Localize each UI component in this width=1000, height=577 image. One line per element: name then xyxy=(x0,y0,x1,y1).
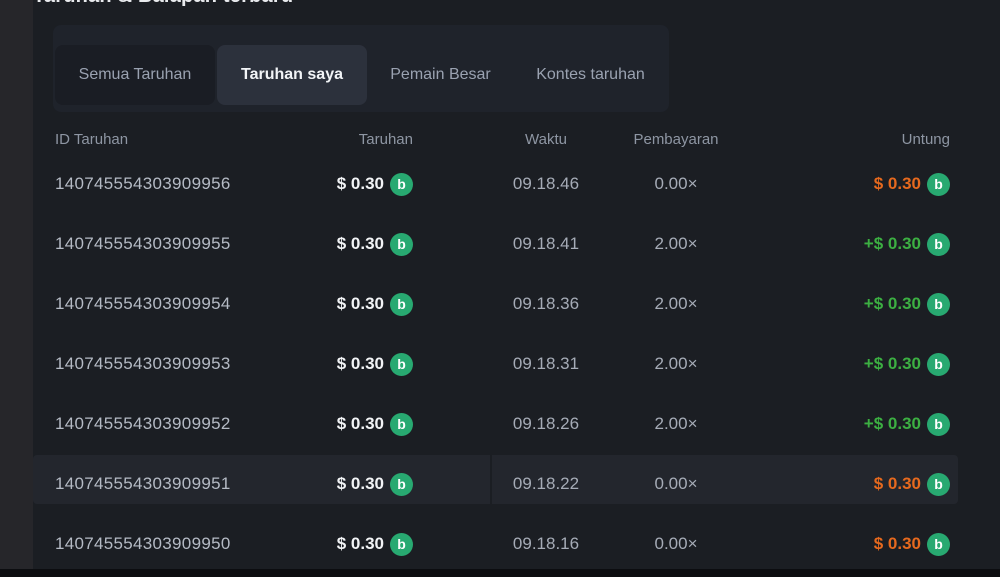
bet-payout: 2.00× xyxy=(654,234,697,254)
bet-id: 140745554303909954 xyxy=(55,294,231,314)
bet-profit: +$ 0.30 xyxy=(864,354,921,374)
tab-semua-taruhan[interactable]: Semua Taruhan xyxy=(55,45,215,105)
table-row[interactable]: 140745554303909952 $ 0.30 b 09.18.26 2.00… xyxy=(33,394,958,454)
bets-tab-bar: Semua Taruhan Taruhan saya Pemain Besar … xyxy=(53,25,669,112)
bet-amount: $ 0.30 xyxy=(337,174,384,194)
bet-time: 09.18.16 xyxy=(513,534,579,554)
bottom-divider xyxy=(0,569,1000,577)
bc-coin-icon: b xyxy=(927,473,950,496)
bet-profit: $ 0.30 xyxy=(874,174,921,194)
bc-coin-icon: b xyxy=(390,473,413,496)
bet-payout: 2.00× xyxy=(654,354,697,374)
bet-amount: $ 0.30 xyxy=(337,234,384,254)
bet-profit: $ 0.30 xyxy=(874,474,921,494)
tab-label: Taruhan saya xyxy=(241,66,343,84)
bet-time: 09.18.26 xyxy=(513,414,579,434)
bet-payout: 0.00× xyxy=(654,534,697,554)
header-bet: Taruhan xyxy=(273,124,413,154)
bet-id: 140745554303909953 xyxy=(55,354,231,374)
bet-payout: 2.00× xyxy=(654,294,697,314)
table-row[interactable]: 140745554303909955 $ 0.30 b 09.18.41 2.00… xyxy=(33,214,958,274)
bet-time: 09.18.41 xyxy=(513,234,579,254)
bet-amount: $ 0.30 xyxy=(337,534,384,554)
bets-table: ID Taruhan Taruhan Waktu Pembayaran Untu… xyxy=(33,124,958,574)
bc-coin-icon: b xyxy=(390,533,413,556)
table-row[interactable]: 140745554303909954 $ 0.30 b 09.18.36 2.00… xyxy=(33,274,958,334)
bet-time: 09.18.36 xyxy=(513,294,579,314)
bc-coin-icon: b xyxy=(927,413,950,436)
header-payout: Pembayaran xyxy=(576,124,776,154)
bet-time: 09.18.31 xyxy=(513,354,579,374)
bet-amount: $ 0.30 xyxy=(337,414,384,434)
section-title-strip: Taruhan & Balapan terbaru xyxy=(33,0,533,9)
bc-coin-icon: b xyxy=(927,353,950,376)
bet-payout: 2.00× xyxy=(654,414,697,434)
tab-label: Pemain Besar xyxy=(390,66,491,84)
tab-kontes-taruhan[interactable]: Kontes taruhan xyxy=(514,45,667,105)
bc-coin-icon: b xyxy=(390,413,413,436)
table-row[interactable]: 140745554303909950 $ 0.30 b 09.18.16 0.00… xyxy=(33,514,958,574)
tab-label: Semua Taruhan xyxy=(79,66,192,84)
tab-taruhan-saya[interactable]: Taruhan saya xyxy=(217,45,367,105)
bet-id: 140745554303909956 xyxy=(55,174,231,194)
bc-coin-icon: b xyxy=(927,533,950,556)
bet-profit: $ 0.30 xyxy=(874,534,921,554)
bc-coin-icon: b xyxy=(390,353,413,376)
bet-profit: +$ 0.30 xyxy=(864,234,921,254)
header-id: ID Taruhan xyxy=(55,124,128,154)
bet-profit: +$ 0.30 xyxy=(864,414,921,434)
bet-payout: 0.00× xyxy=(654,474,697,494)
table-header-row: ID Taruhan Taruhan Waktu Pembayaran Untu… xyxy=(33,124,958,154)
page-title: Taruhan & Balapan terbaru xyxy=(33,0,533,8)
bc-coin-icon: b xyxy=(927,233,950,256)
bet-id: 140745554303909951 xyxy=(55,474,231,494)
bc-coin-icon: b xyxy=(927,293,950,316)
bet-time: 09.18.46 xyxy=(513,174,579,194)
bc-coin-icon: b xyxy=(390,173,413,196)
bet-amount: $ 0.30 xyxy=(337,294,384,314)
bc-coin-icon: b xyxy=(390,293,413,316)
bet-id: 140745554303909950 xyxy=(55,534,231,554)
tab-pemain-besar[interactable]: Pemain Besar xyxy=(368,45,513,105)
bc-coin-icon: b xyxy=(927,173,950,196)
header-profit: Untung xyxy=(902,124,950,154)
table-row[interactable]: 140745554303909953 $ 0.30 b 09.18.31 2.00… xyxy=(33,334,958,394)
bet-amount: $ 0.30 xyxy=(337,474,384,494)
table-row-highlighted[interactable]: 140745554303909951 $ 0.30 b 09.18.22 0.00… xyxy=(33,454,958,514)
bc-coin-icon: b xyxy=(390,233,413,256)
bet-id: 140745554303909955 xyxy=(55,234,231,254)
bets-panel: Taruhan & Balapan terbaru Semua Taruhan … xyxy=(33,0,1000,569)
table-row[interactable]: 140745554303909956 $ 0.30 b 09.18.46 0.00… xyxy=(33,154,958,214)
bet-payout: 0.00× xyxy=(654,174,697,194)
bet-profit: +$ 0.30 xyxy=(864,294,921,314)
bet-id: 140745554303909952 xyxy=(55,414,231,434)
tab-label: Kontes taruhan xyxy=(536,66,645,84)
bet-time: 09.18.22 xyxy=(513,474,579,494)
bet-amount: $ 0.30 xyxy=(337,354,384,374)
